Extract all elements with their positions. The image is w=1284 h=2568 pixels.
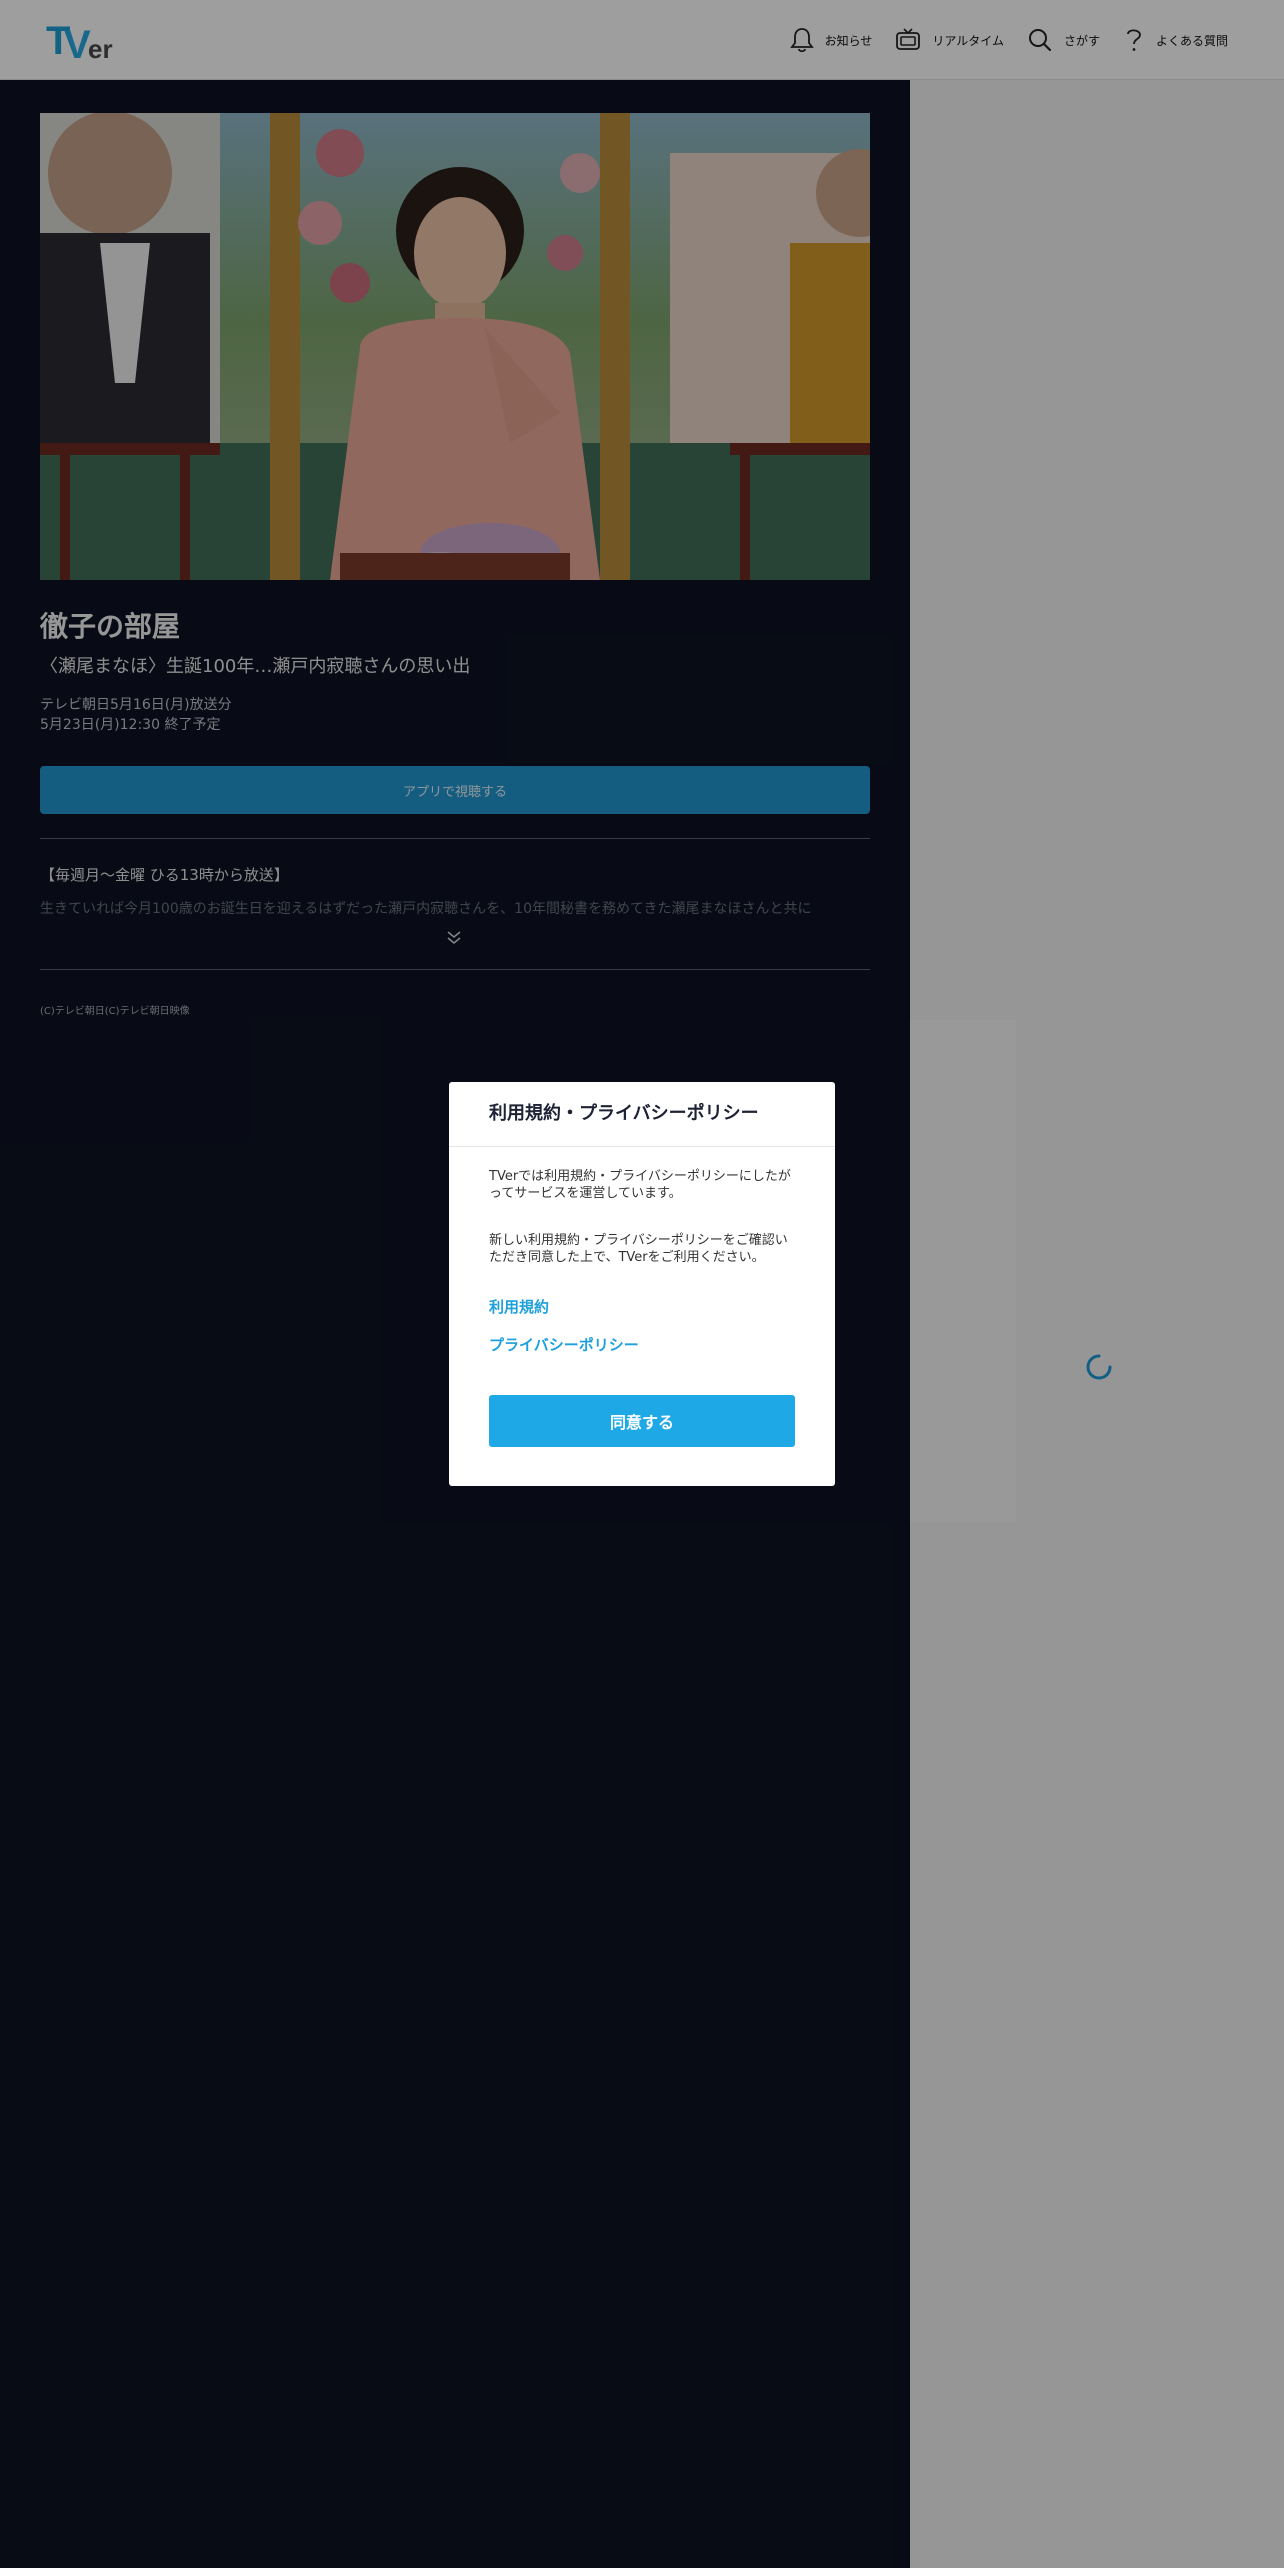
modal-title: 利用規約・プライバシーポリシー (449, 1082, 835, 1147)
modal-paragraph-2: 新しい利用規約・プライバシーポリシーをご確認いただき同意した上で、TVerをご利… (489, 1233, 788, 1265)
agree-button[interactable]: 同意する (489, 1395, 795, 1447)
terms-modal: 利用規約・プライバシーポリシー TVerでは利用規約・プライバシーポリシーにした… (449, 1082, 835, 1486)
privacy-policy-link[interactable]: プライバシーポリシー (489, 1334, 639, 1355)
modal-paragraph-1: TVerでは利用規約・プライバシーポリシーにしたがってサービスを運営しています。 (489, 1169, 791, 1201)
terms-link[interactable]: 利用規約 (489, 1296, 549, 1317)
